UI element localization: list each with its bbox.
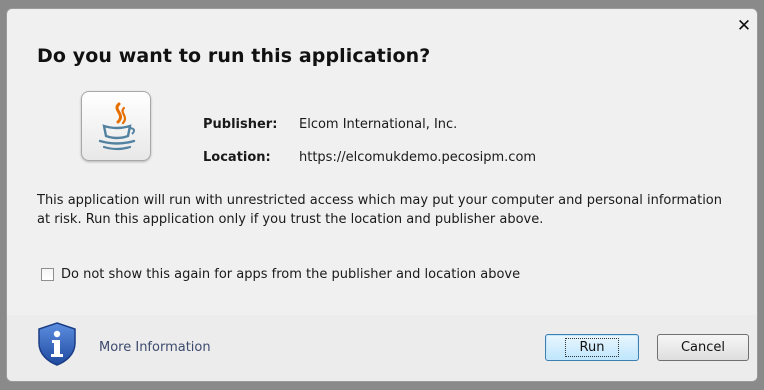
- shield-info-icon: [35, 321, 79, 371]
- close-icon[interactable]: ✕: [735, 17, 753, 35]
- location-row: Location: https://elcomukdemo.pecosipm.co…: [203, 150, 536, 165]
- dont-show-again-label[interactable]: Do not show this again for apps from the…: [61, 267, 520, 282]
- java-security-dialog: ✕ Do you want to run this application? P…: [6, 8, 758, 382]
- publisher-label: Publisher:: [203, 117, 278, 132]
- location-value: https://elcomukdemo.pecosipm.com: [299, 150, 537, 165]
- dont-show-again-row[interactable]: Do not show this again for apps from the…: [41, 267, 520, 282]
- run-button-label: Run: [564, 338, 620, 357]
- warning-text: This application will run with unrestric…: [37, 193, 722, 227]
- more-information-link[interactable]: More Information: [99, 340, 211, 355]
- dont-show-again-checkbox[interactable]: [41, 268, 54, 281]
- publisher-row: Publisher: Elcom International, Inc.: [203, 117, 457, 132]
- cancel-button[interactable]: Cancel: [657, 334, 749, 361]
- publisher-value: Elcom International, Inc.: [299, 117, 458, 132]
- location-label: Location:: [203, 150, 271, 165]
- java-icon: [81, 91, 151, 161]
- run-button[interactable]: Run: [545, 334, 639, 361]
- dialog-title: Do you want to run this application?: [37, 45, 431, 67]
